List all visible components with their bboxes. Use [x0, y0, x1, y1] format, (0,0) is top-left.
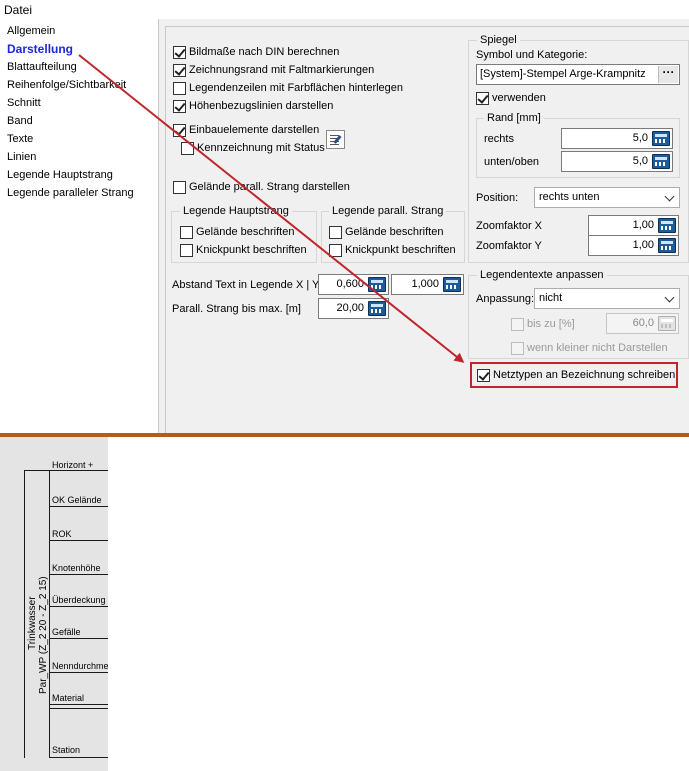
legend-row-label: Station [52, 745, 81, 755]
legend-row-line [49, 506, 108, 507]
legend-row-line [49, 470, 108, 471]
legend-row-label: OK Gelände [52, 495, 102, 505]
legend-row-line [49, 606, 108, 607]
legend-row-label: Gefälle [52, 627, 81, 637]
legend-row-label: Überdeckung [52, 595, 106, 605]
legend-divider [49, 470, 50, 758]
legend-row-line [49, 574, 108, 575]
annotation-arrow [78, 54, 465, 363]
legend-row-line [49, 704, 108, 705]
legend-row-label: Nenndurchmesser [52, 661, 108, 671]
legend-row-line [49, 708, 108, 709]
legend-vertical-label: Trinkwasser [27, 596, 38, 650]
legend-row-line [49, 672, 108, 673]
legend-row-label: Material [52, 693, 85, 703]
legend-vertical-label: Par_WP (Z_2 20 - Z_2 15) [38, 576, 49, 694]
legend-row-label: Knotenhöhe [52, 563, 101, 573]
legend-row-line [49, 757, 108, 758]
legend-row-line [49, 540, 108, 541]
legend-row-line [49, 638, 108, 639]
legend-row-label: ROK [52, 529, 72, 539]
legend-row-label: Horizont + [52, 460, 94, 470]
